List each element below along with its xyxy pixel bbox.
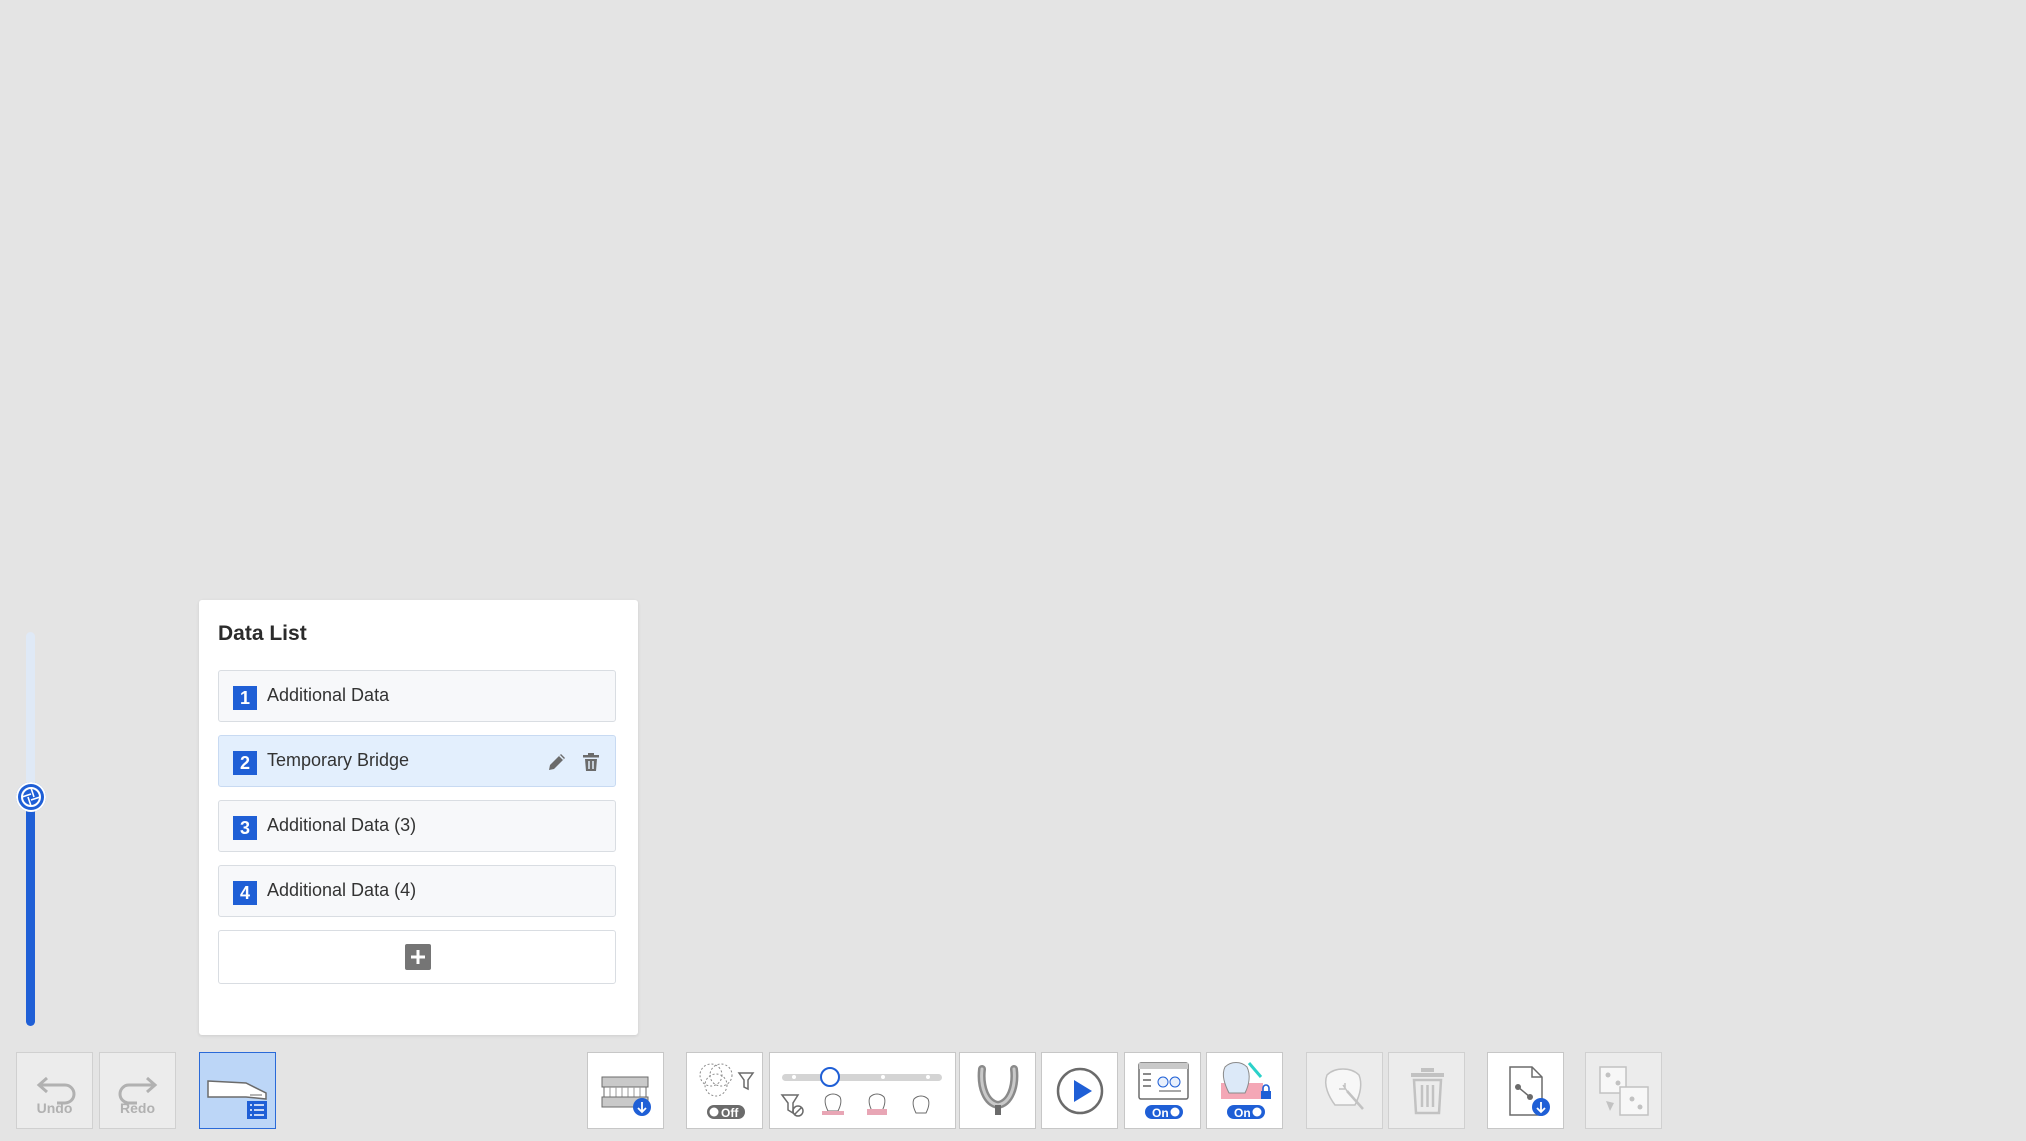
item-number: 3 (233, 816, 257, 840)
magic-tooth-button[interactable] (1306, 1052, 1383, 1129)
redo-label: Redo (120, 1100, 155, 1116)
item-label: Additional Data (4) (267, 880, 417, 900)
export-file-button[interactable] (1487, 1052, 1564, 1129)
data-list-item[interactable]: 4 Additional Data (4) (218, 865, 616, 917)
edit-pencil-icon[interactable] (545, 750, 569, 774)
align-data-button[interactable] (1585, 1052, 1662, 1129)
undo-label: Undo (36, 1100, 73, 1116)
filter-level-panel (769, 1052, 956, 1129)
redo-arrow-icon (118, 1076, 158, 1105)
filter-level-marks (780, 1075, 930, 1117)
trash-icon[interactable] (579, 750, 603, 774)
trash-icon (1411, 1068, 1444, 1115)
filter-level-handle[interactable] (820, 1067, 840, 1087)
data-list-panel: Data List 1 Additional Data 2 Temporary … (199, 600, 638, 1035)
display-toggle-button[interactable]: On (1124, 1052, 1201, 1129)
play-button[interactable] (1041, 1052, 1118, 1129)
add-data-button[interactable] (218, 930, 616, 984)
item-number: 2 (233, 751, 257, 775)
redo-button[interactable]: Redo (99, 1052, 176, 1129)
delete-button[interactable] (1388, 1052, 1465, 1129)
data-list-item-selected[interactable]: 2 Temporary Bridge (218, 735, 616, 787)
vertical-slider-fill (26, 797, 35, 1026)
lock-toggle-state: On (1234, 1106, 1251, 1120)
tooth-magic-wand-icon (1324, 1068, 1364, 1110)
file-share-import-icon (1509, 1066, 1550, 1116)
teeth-arch-import-icon (601, 1076, 651, 1116)
filter-toggle-state: Off (721, 1106, 739, 1120)
arch-icon (977, 1065, 1019, 1115)
lock-toggle-button[interactable]: On (1206, 1052, 1283, 1129)
item-label: Temporary Bridge (267, 750, 410, 770)
aperture-icon (21, 787, 41, 808)
data-list-item[interactable]: 1 Additional Data (218, 670, 616, 722)
plus-icon (405, 944, 431, 970)
scanner-data-list-button[interactable] (199, 1052, 276, 1129)
display-toggle-state: On (1152, 1106, 1169, 1120)
undo-button[interactable]: Undo (16, 1052, 93, 1129)
play-icon (1056, 1067, 1104, 1115)
jaw-import-button[interactable] (587, 1052, 664, 1129)
arch-button[interactable] (959, 1052, 1036, 1129)
filter-toggle-button[interactable]: Off (686, 1052, 763, 1129)
panel-title: Data List (218, 622, 307, 645)
item-label: Additional Data (3) (267, 815, 417, 835)
vertical-slider-handle[interactable] (16, 782, 46, 813)
data-list-item[interactable]: 3 Additional Data (3) (218, 800, 616, 852)
undo-arrow-icon (36, 1076, 76, 1105)
align-points-icon (1599, 1066, 1649, 1116)
scanner-list-icon (207, 1080, 267, 1119)
item-label: Additional Data (267, 685, 390, 705)
item-number: 1 (233, 686, 257, 710)
item-number: 4 (233, 881, 257, 905)
